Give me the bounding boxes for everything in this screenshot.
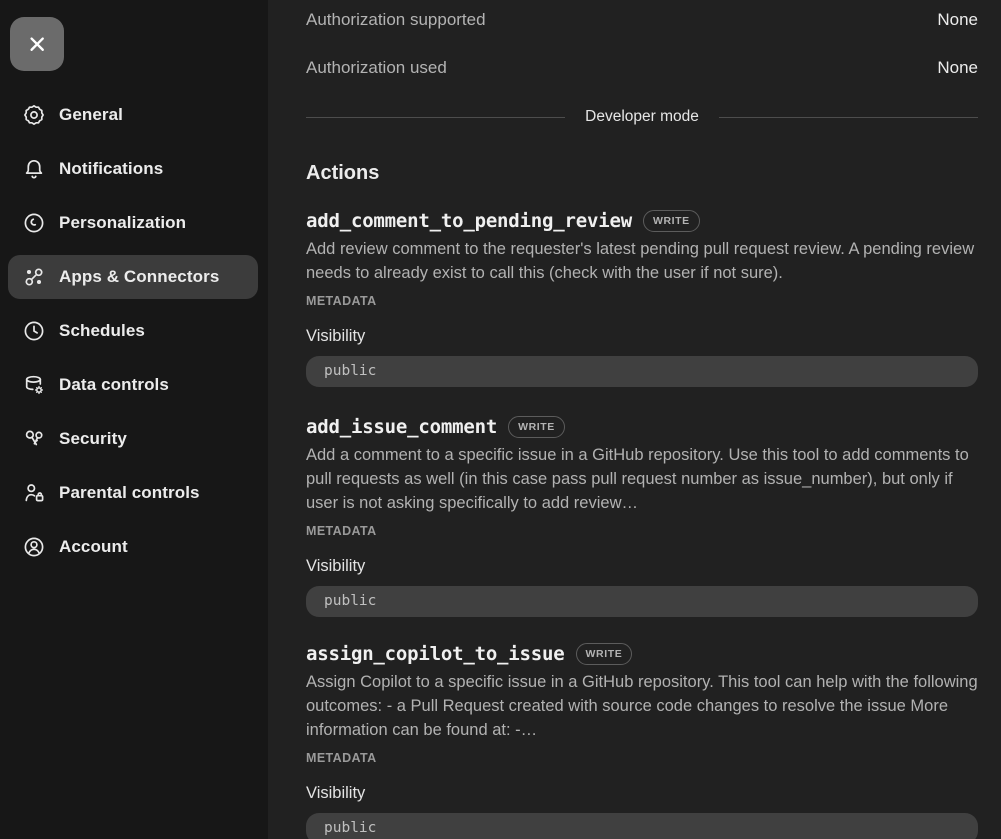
- write-badge: WRITE: [508, 416, 565, 438]
- authorization-used-value: None: [937, 58, 978, 78]
- actions-heading: Actions: [306, 160, 978, 186]
- visibility-field[interactable]: public: [306, 356, 978, 387]
- visibility-label: Visibility: [306, 783, 978, 804]
- visibility-label: Visibility: [306, 326, 978, 347]
- action-name: assign_copilot_to_issue: [306, 643, 565, 665]
- sidebar-item-general[interactable]: General: [8, 93, 258, 137]
- clock-icon: [22, 319, 46, 343]
- metadata-label: METADATA: [306, 523, 978, 540]
- sidebar-item-apps-connectors[interactable]: Apps & Connectors: [8, 255, 258, 299]
- connector-details-panel: Authorization supported None Authorizati…: [268, 0, 1001, 839]
- action-add-comment-to-pending-review: add_comment_to_pending_review WRITE Add …: [306, 208, 978, 387]
- sidebar-item-label: Parental controls: [59, 483, 200, 503]
- settings-nav: General Notifications: [10, 93, 258, 569]
- connectors-icon: [22, 265, 46, 289]
- sidebar-item-label: Schedules: [59, 321, 145, 341]
- sidebar-item-parental-controls[interactable]: Parental controls: [8, 471, 258, 515]
- action-assign-copilot-to-issue: assign_copilot_to_issue WRITE Assign Cop…: [306, 641, 978, 839]
- person-lock-icon: [22, 481, 46, 505]
- visibility-field[interactable]: public: [306, 586, 978, 617]
- keys-icon: [22, 427, 46, 451]
- sidebar-item-data-controls[interactable]: Data controls: [8, 363, 258, 407]
- sidebar-item-account[interactable]: Account: [8, 525, 258, 569]
- database-icon: [22, 373, 46, 397]
- sidebar-item-personalization[interactable]: Personalization: [8, 201, 258, 245]
- close-button[interactable]: [10, 17, 64, 71]
- sidebar-item-label: Personalization: [59, 213, 186, 233]
- bell-icon: [22, 157, 46, 181]
- authorization-supported-label: Authorization supported: [306, 10, 486, 30]
- action-header: add_issue_comment WRITE: [306, 414, 978, 440]
- sidebar-item-label: Apps & Connectors: [59, 267, 219, 287]
- sidebar-item-label: Notifications: [59, 159, 163, 179]
- write-badge: WRITE: [576, 643, 633, 665]
- gear-icon: [22, 103, 46, 127]
- action-header: add_comment_to_pending_review WRITE: [306, 208, 978, 234]
- divider-line: [306, 117, 565, 118]
- sidebar-item-schedules[interactable]: Schedules: [8, 309, 258, 353]
- sidebar-item-label: General: [59, 105, 123, 125]
- developer-mode-divider: Developer mode: [306, 106, 978, 128]
- authorization-used-row: Authorization used None: [306, 56, 978, 80]
- action-header: assign_copilot_to_issue WRITE: [306, 641, 978, 667]
- sidebar-item-label: Account: [59, 537, 128, 557]
- authorization-supported-value: None: [937, 10, 978, 30]
- settings-sidebar: General Notifications: [0, 0, 268, 839]
- authorization-used-label: Authorization used: [306, 58, 447, 78]
- close-icon: [24, 31, 50, 57]
- sidebar-item-label: Security: [59, 429, 127, 449]
- sidebar-item-notifications[interactable]: Notifications: [8, 147, 258, 191]
- action-name: add_issue_comment: [306, 416, 497, 438]
- sidebar-item-security[interactable]: Security: [8, 417, 258, 461]
- write-badge: WRITE: [643, 210, 700, 232]
- action-description: Add review comment to the requester's la…: [306, 237, 978, 285]
- action-name: add_comment_to_pending_review: [306, 210, 632, 232]
- authorization-supported-row: Authorization supported None: [306, 8, 978, 32]
- divider-line: [719, 117, 978, 118]
- action-add-issue-comment: add_issue_comment WRITE Add a comment to…: [306, 414, 978, 617]
- visibility-field[interactable]: public: [306, 813, 978, 839]
- settings-dialog: General Notifications: [0, 0, 1001, 839]
- metadata-label: METADATA: [306, 293, 978, 310]
- action-description: Add a comment to a specific issue in a G…: [306, 443, 978, 515]
- action-description: Assign Copilot to a specific issue in a …: [306, 670, 978, 742]
- developer-mode-label: Developer mode: [585, 108, 699, 126]
- account-icon: [22, 535, 46, 559]
- sidebar-item-label: Data controls: [59, 375, 169, 395]
- personalization-icon: [22, 211, 46, 235]
- metadata-label: METADATA: [306, 750, 978, 767]
- visibility-label: Visibility: [306, 556, 978, 577]
